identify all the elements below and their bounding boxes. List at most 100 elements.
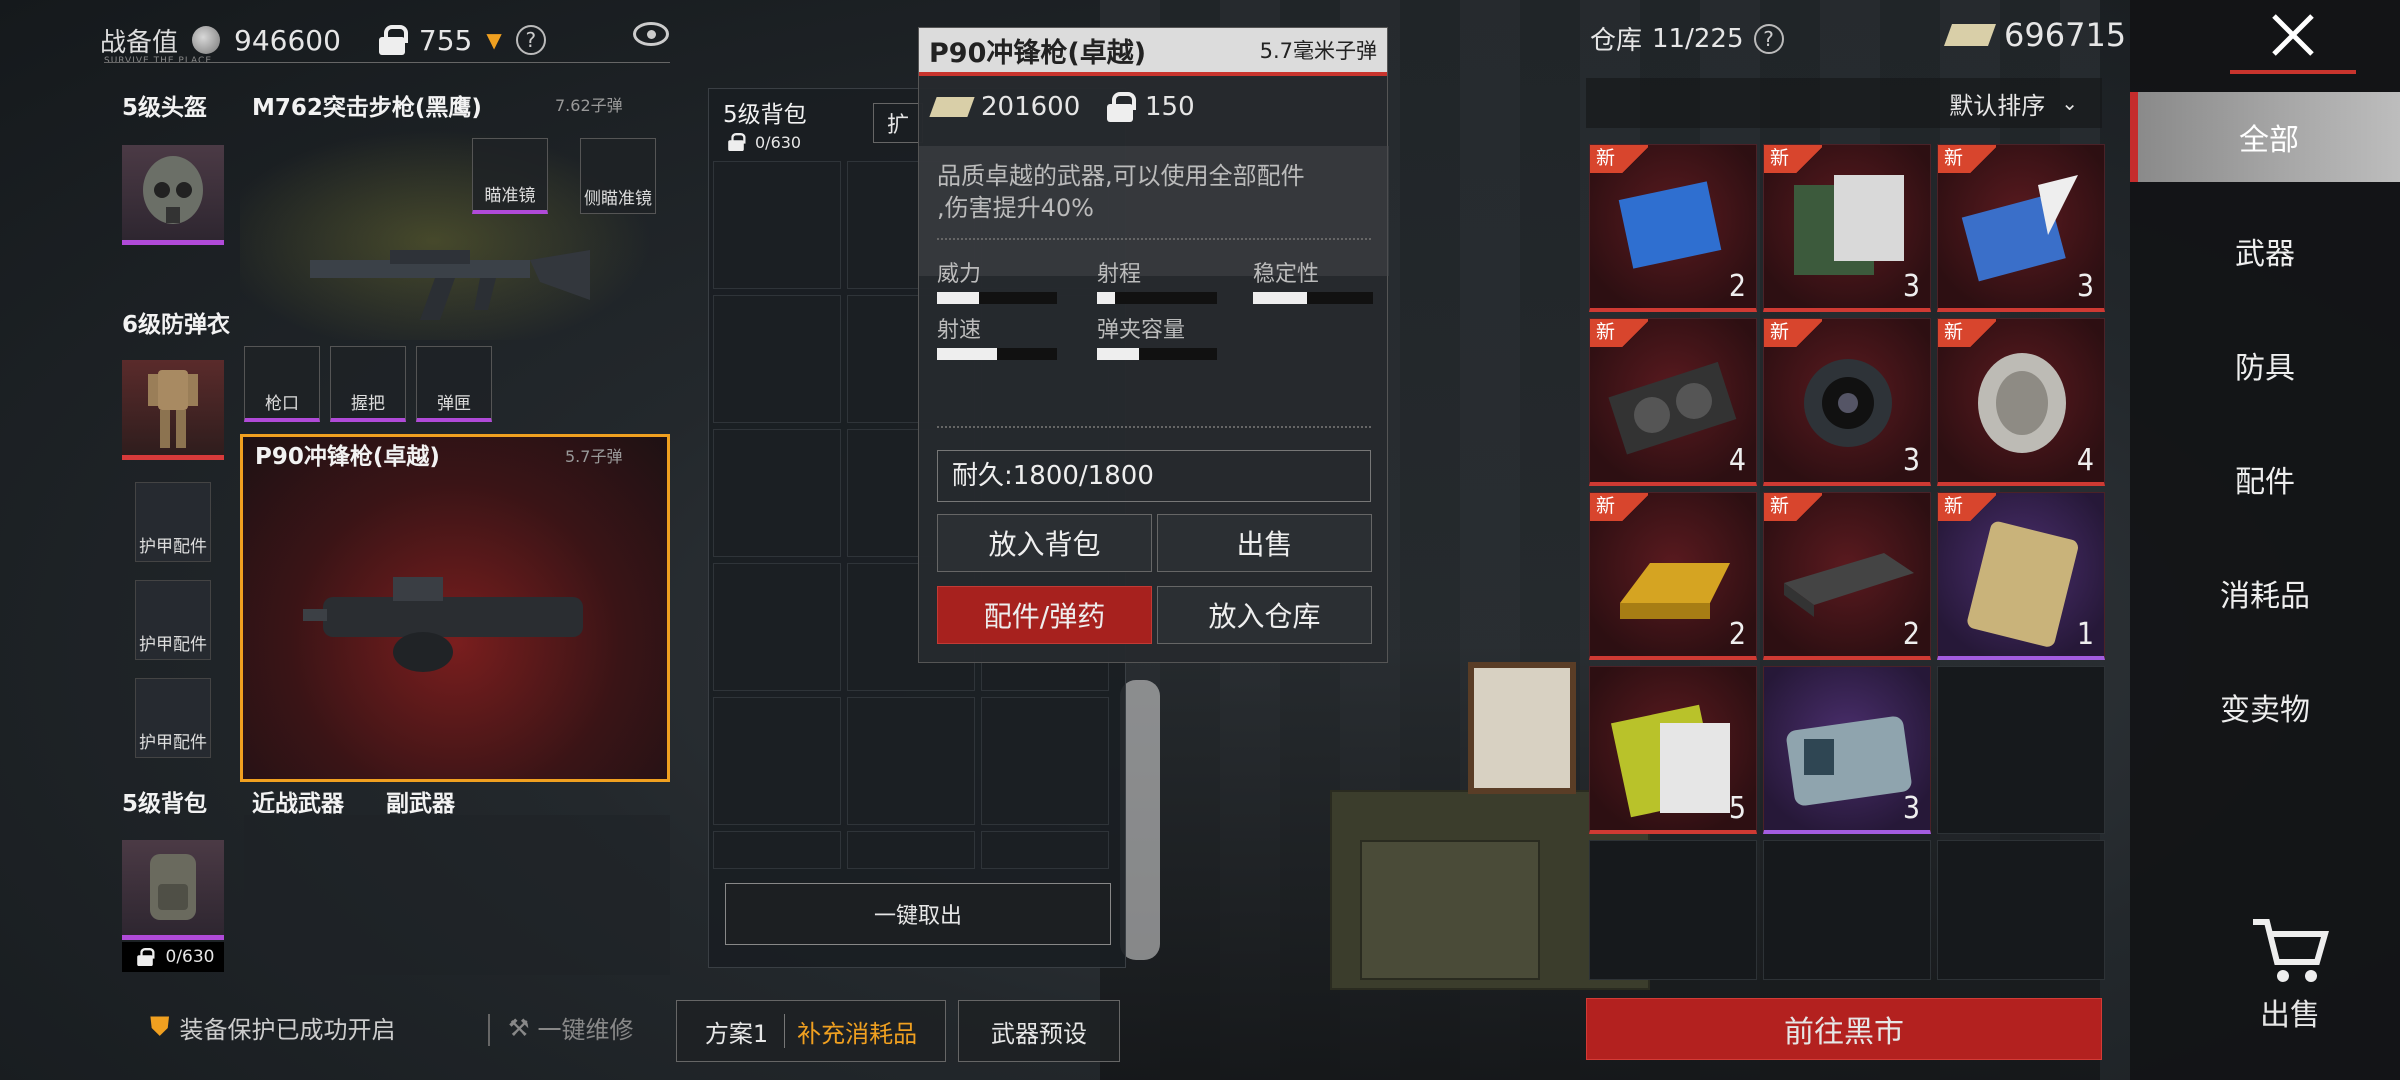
magazine-slot[interactable]: 弹匣 — [416, 346, 492, 422]
warehouse-item-camera-lens[interactable]: 新3 — [1763, 318, 1931, 486]
warehouse-item-graphics-card[interactable]: 新4 — [1589, 318, 1757, 486]
close-icon — [2272, 14, 2314, 56]
backpack-grid-cell[interactable] — [713, 831, 841, 869]
melee-label: 近战武器 — [252, 791, 344, 817]
item-count: 2 — [1728, 269, 1746, 304]
character-leg — [1120, 680, 1160, 960]
eye-icon[interactable] — [633, 22, 669, 46]
armor-attachment-slot-3[interactable]: 护甲配件 — [135, 678, 211, 758]
backpack-panel-capacity: 0/630 — [723, 127, 801, 157]
stat-4: 弹夹容量 — [1097, 312, 1217, 360]
popup-desc-2: ,伤害提升40% — [937, 194, 1094, 222]
grip-slot[interactable]: 握把 — [330, 346, 406, 422]
melee-sidearm-slot[interactable] — [244, 815, 670, 975]
sell-nav-button[interactable]: 出售 — [2210, 910, 2370, 1040]
popup-desc-1: 品质卓越的武器,可以使用全部配件 — [937, 162, 1305, 190]
nav-item-2[interactable]: 防具 — [2130, 320, 2400, 410]
muzzle-slot[interactable]: 枪口 — [244, 346, 320, 422]
stat-2: 稳定性 — [1253, 256, 1373, 304]
nav-item-3[interactable]: 配件 — [2130, 434, 2400, 524]
primary-ammo: 7.62子弹 — [555, 96, 623, 115]
warehouse-item-gold-bar[interactable]: 新2 — [1589, 492, 1757, 660]
stat-label: 稳定性 — [1253, 262, 1320, 287]
put-in-backpack-button[interactable]: 放入背包 — [937, 514, 1152, 572]
warehouse-item-network-switch[interactable]: 新2 — [1763, 492, 1931, 660]
warehouse-item-gold-card[interactable]: 5 — [1589, 666, 1757, 834]
backpack-slot[interactable] — [122, 840, 224, 940]
secondary-ammo: 5.7子弹 — [565, 447, 623, 466]
lock-icon — [728, 133, 746, 151]
backpack-grid-cell[interactable] — [713, 697, 841, 825]
warehouse-empty-cell[interactable] — [1763, 840, 1931, 980]
backpack-grid-cell[interactable] — [713, 295, 841, 423]
refill-label[interactable]: 补充消耗品 — [797, 1014, 917, 1049]
nav-item-5[interactable]: 变卖物 — [2130, 662, 2400, 752]
side-scope-slot[interactable]: 侧瞄准镜 — [580, 138, 656, 214]
item-detail-popup: P90冲锋枪(卓越) 5.7毫米子弹 201600 150 品质卓越的武器,可以… — [918, 27, 1389, 663]
warehouse-item-card[interactable]: 新1 — [1937, 492, 2105, 660]
backpack-grid-cell[interactable] — [847, 697, 975, 825]
backpack-grid-cell[interactable] — [981, 831, 1109, 869]
warehouse-item-documents[interactable]: 新3 — [1763, 144, 1931, 312]
backpack-capacity: 0/630 — [122, 942, 224, 972]
warehouse-empty-cell[interactable] — [1937, 666, 2105, 834]
nav-item-0[interactable]: 全部 — [2130, 92, 2400, 182]
warehouse-capacity: 11/225 — [1652, 23, 1744, 54]
put-in-warehouse-button[interactable]: 放入仓库 — [1157, 586, 1372, 644]
item-count: 4 — [2076, 443, 2094, 478]
warehouse-item-ancient-coin[interactable]: 新4 — [1937, 318, 2105, 486]
new-badge: 新 — [1764, 493, 1822, 521]
stat-bar — [937, 348, 1057, 360]
new-badge: 新 — [1938, 145, 1996, 173]
repair-all-button[interactable]: ⚒ 一键维修 — [508, 1010, 634, 1045]
divider — [937, 426, 1371, 428]
warehouse-empty-cell[interactable] — [1937, 840, 2105, 980]
black-market-button[interactable]: 前往黑市 — [1586, 998, 2102, 1060]
backpack-grid-cell[interactable] — [713, 563, 841, 691]
warehouse-item-blue-cloth[interactable]: 新2 — [1589, 144, 1757, 312]
attachments-ammo-button[interactable]: 配件/弹药 — [937, 586, 1152, 644]
stat-1: 射程 — [1097, 256, 1217, 304]
new-badge: 新 — [1590, 145, 1648, 173]
armor-attachment-slot-1[interactable]: 护甲配件 — [135, 482, 211, 562]
helmet-slot[interactable] — [122, 145, 224, 245]
scope-slot[interactable]: 瞄准镜 — [472, 138, 548, 214]
stat-bar — [1097, 292, 1217, 304]
stat-0: 威力 — [937, 256, 1057, 304]
cash-icon — [1943, 24, 1997, 46]
backpack-grid-cell[interactable] — [981, 697, 1109, 825]
combat-value-label: 战备值 — [100, 27, 179, 58]
secondary-weapon-slot[interactable]: P90冲锋枪(卓越) 5.7子弹 — [240, 434, 670, 782]
nav-item-4[interactable]: 消耗品 — [2130, 548, 2400, 638]
sort-dropdown[interactable]: 默认排序 ⌄ — [1586, 78, 2102, 128]
nav-item-1[interactable]: 武器 — [2130, 206, 2400, 296]
armor-slot[interactable] — [122, 360, 224, 460]
stat-bar — [1097, 348, 1217, 360]
backpack-grid-cell[interactable] — [847, 831, 975, 869]
new-badge: 新 — [1590, 493, 1648, 521]
dropdown-arrow-icon[interactable]: ▼ — [486, 28, 501, 52]
shield-check-icon: ⛊ — [150, 1012, 170, 1042]
warehouse-item-blueprint-feather[interactable]: 新3 — [1937, 144, 2105, 312]
expand-button[interactable]: 扩 — [873, 103, 923, 143]
plan-selector[interactable]: 方案1 补充消耗品 — [676, 1000, 946, 1062]
weapon-preset-button[interactable]: 武器预设 — [958, 1000, 1120, 1062]
close-button[interactable] — [2230, 0, 2356, 74]
sell-button[interactable]: 出售 — [1157, 514, 1372, 572]
item-count: 3 — [1902, 791, 1920, 826]
wrench-icon: ⚒ — [508, 1013, 530, 1042]
help-icon[interactable]: ? — [1753, 23, 1784, 54]
crate — [1360, 840, 1540, 980]
backpack-grid-cell[interactable] — [713, 161, 841, 289]
lock-icon — [1107, 92, 1136, 122]
take-all-button[interactable]: 一键取出 — [725, 883, 1111, 945]
armor-label: 6级防弹衣 — [122, 312, 231, 338]
help-icon[interactable]: ? — [515, 25, 546, 55]
secondary-weapon-name: P90冲锋枪(卓越) — [255, 444, 440, 470]
coin-icon — [192, 26, 221, 54]
warehouse-item-id-card[interactable]: 3 — [1763, 666, 1931, 834]
armor-attachment-slot-2[interactable]: 护甲配件 — [135, 580, 211, 660]
backpack-grid-cell[interactable] — [713, 429, 841, 557]
warehouse-title: 仓库 — [1590, 26, 1643, 56]
warehouse-empty-cell[interactable] — [1589, 840, 1757, 980]
